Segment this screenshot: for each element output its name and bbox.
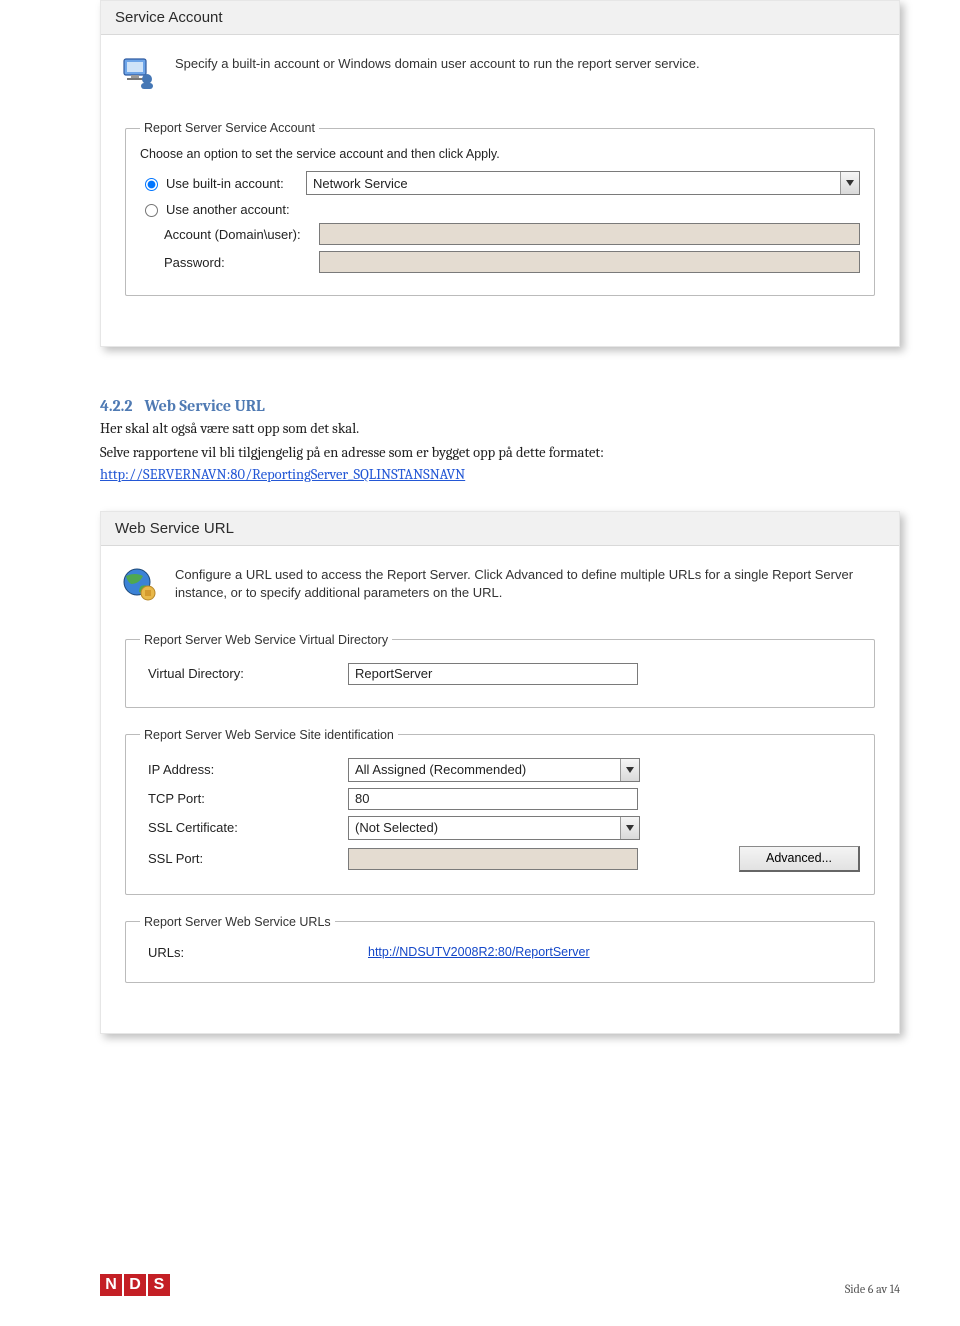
builtin-account-radio[interactable]	[145, 178, 158, 191]
group-legend: Report Server Web Service Site identific…	[140, 728, 398, 742]
tcp-port-label: TCP Port:	[148, 791, 348, 806]
chevron-down-icon[interactable]	[840, 172, 859, 194]
panel-intro-text: Configure a URL used to access the Repor…	[175, 566, 879, 602]
virtual-directory-label: Virtual Directory:	[148, 666, 348, 681]
group-legend: Report Server Web Service URLs	[140, 915, 335, 929]
another-account-radio[interactable]	[145, 204, 158, 217]
builtin-account-dropdown[interactable]: Network Service	[306, 171, 860, 195]
computer-user-icon	[121, 55, 157, 91]
service-account-panel: Service Account Specify a built-in accou…	[100, 0, 900, 347]
service-account-group: Report Server Service Account Choose an …	[125, 121, 875, 296]
report-server-url-link[interactable]: http://NDSUTV2008R2:80/ReportServer	[368, 945, 590, 959]
panel-title: Service Account	[101, 1, 899, 35]
tcp-port-input[interactable]: 80	[348, 788, 638, 810]
group-legend: Report Server Service Account	[140, 121, 319, 135]
doc-url-link[interactable]: http://SERVERNAVN:80/ReportingServer_SQL…	[100, 466, 465, 483]
ssl-port-input[interactable]	[348, 848, 638, 870]
builtin-account-label: Use built-in account:	[166, 176, 306, 191]
nds-logo: N D S	[100, 1274, 170, 1296]
ip-address-value: All Assigned (Recommended)	[349, 762, 620, 777]
group-legend: Report Server Web Service Virtual Direct…	[140, 633, 392, 647]
ssl-port-label: SSL Port:	[148, 851, 348, 866]
panel-title: Web Service URL	[101, 512, 899, 546]
virtual-directory-group: Report Server Web Service Virtual Direct…	[125, 633, 875, 708]
globe-icon	[121, 566, 157, 602]
panel-intro-text: Specify a built-in account or Windows do…	[175, 55, 700, 73]
logo-letter: N	[100, 1274, 122, 1296]
advanced-button[interactable]: Advanced...	[739, 846, 860, 872]
chevron-down-icon[interactable]	[620, 817, 639, 839]
logo-letter: S	[148, 1274, 170, 1296]
logo-letter: D	[124, 1274, 146, 1296]
ip-address-dropdown[interactable]: All Assigned (Recommended)	[348, 758, 640, 782]
section-heading: 4.2.2 Web Service URL	[100, 397, 900, 415]
doc-paragraph-1: Her skal alt også være satt opp som det …	[100, 419, 900, 439]
virtual-directory-input[interactable]: ReportServer	[348, 663, 638, 685]
account-field-label: Account (Domain\user):	[164, 227, 319, 242]
section-title: Web Service URL	[144, 397, 264, 415]
ssl-certificate-value: (Not Selected)	[349, 820, 620, 835]
password-field-label: Password:	[164, 255, 319, 270]
ssl-certificate-dropdown[interactable]: (Not Selected)	[348, 816, 640, 840]
another-account-label: Use another account:	[166, 202, 306, 217]
web-service-url-panel: Web Service URL Configure a URL used to …	[100, 511, 900, 1033]
group-desc: Choose an option to set the service acco…	[140, 147, 860, 161]
chevron-down-icon[interactable]	[620, 759, 639, 781]
password-input[interactable]	[319, 251, 860, 273]
section-number: 4.2.2	[100, 397, 132, 415]
site-identification-group: Report Server Web Service Site identific…	[125, 728, 875, 895]
ssl-certificate-label: SSL Certificate:	[148, 820, 348, 835]
ip-address-label: IP Address:	[148, 762, 348, 777]
urls-label: URLs:	[148, 945, 368, 960]
builtin-account-value: Network Service	[307, 176, 840, 191]
account-input[interactable]	[319, 223, 860, 245]
urls-group: Report Server Web Service URLs URLs: htt…	[125, 915, 875, 983]
page-number: Side 6 av 14	[845, 1282, 900, 1296]
doc-paragraph-2: Selve rapportene vil bli tilgjengelig på…	[100, 443, 900, 463]
